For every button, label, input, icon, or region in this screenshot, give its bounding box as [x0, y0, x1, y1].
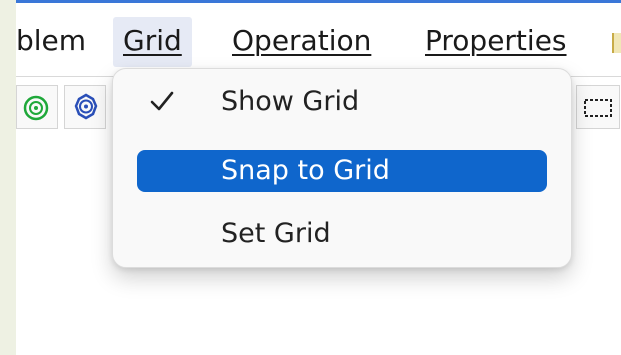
menu-bar: blem Grid Operation Properties [16, 3, 621, 75]
menu-operation[interactable]: Operation [232, 24, 371, 58]
menu-properties-label: Properties [425, 24, 567, 57]
menu-properties[interactable]: Properties [425, 24, 567, 58]
menu-item-snap-to-grid[interactable]: Snap to Grid [137, 150, 547, 192]
menu-item-show-grid[interactable]: Show Grid [137, 81, 547, 123]
menu-grid[interactable]: Grid [113, 17, 192, 67]
toolbar-button-node[interactable] [16, 85, 58, 129]
menu-item-label: Snap to Grid [221, 155, 390, 186]
menu-grid-label: Grid [123, 24, 182, 57]
checkmark-icon [150, 91, 174, 111]
menu-operation-label: Operation [232, 24, 372, 57]
blue-gear-node-icon [74, 93, 98, 120]
menu-item-label: Set Grid [221, 218, 331, 249]
menu-item-label: Show Grid [221, 86, 360, 117]
menu-problem-label: blem [16, 24, 87, 57]
menu-problem[interactable]: blem [16, 24, 86, 58]
menu-item-set-grid[interactable]: Set Grid [137, 213, 547, 255]
menu-overflow-edge [612, 33, 621, 53]
toolbar-button-gear-node[interactable] [64, 85, 106, 129]
green-node-icon [23, 95, 49, 121]
grid-dropdown-menu: Show Grid Snap to Grid Set Grid [112, 68, 572, 268]
dashed-selection-icon [584, 99, 612, 117]
toolbar-button-selection[interactable] [576, 85, 620, 129]
window-left-edge [0, 0, 16, 355]
